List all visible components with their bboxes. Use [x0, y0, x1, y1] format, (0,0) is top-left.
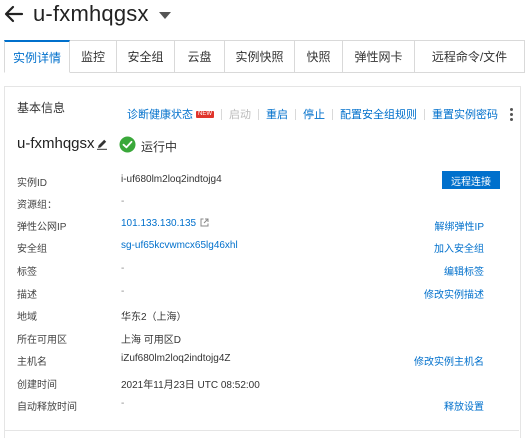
stop-link[interactable]: 停止 [303, 106, 325, 122]
join-security-group-link[interactable]: 加入安全组 [434, 240, 484, 255]
basic-info-panel: 基本信息 诊断健康状态 NEW 启动 重启 停止 配置安全组规则 重置实例密码 u… [4, 86, 521, 438]
config-sg-rules-link[interactable]: 配置安全组规则 [340, 106, 417, 122]
row-tags: 标签 - 编辑标签 [17, 260, 517, 278]
restart-link[interactable]: 重启 [266, 106, 288, 122]
edit-description-link[interactable]: 修改实例描述 [424, 286, 484, 301]
external-link-icon[interactable] [200, 218, 209, 227]
tab-monitoring[interactable]: 监控 [70, 40, 117, 73]
row-security-group: 安全组 sg-uf65kcvwmcx65lg46xhl 加入安全组 [17, 237, 517, 255]
label-zone: 所在可用区 [17, 335, 67, 346]
diagnose-label: 诊断健康状态 [127, 109, 193, 121]
edit-tags-link[interactable]: 编辑标签 [444, 263, 484, 278]
caret-down-icon[interactable] [158, 11, 172, 20]
row-region: 地域 华东2（上海） [17, 305, 517, 323]
action-bar: 诊断健康状态 NEW 启动 重启 停止 配置安全组规则 重置实例密码 [127, 106, 516, 122]
public-ip-text: 101.133.130.135 [121, 218, 197, 229]
status-check-icon [119, 136, 136, 153]
tab-instance-snapshots[interactable]: 实例快照 [225, 40, 295, 73]
value-hostname: iZuf680lm2loq2indtojg4Z [121, 353, 231, 364]
tab-eni[interactable]: 弹性网卡 [343, 40, 415, 73]
diagnose-health-link[interactable]: 诊断健康状态 NEW [127, 106, 214, 122]
divider [295, 108, 296, 120]
value-created-time: 2021年11月23日 UTC 08:52:00 [121, 380, 260, 391]
start-link[interactable]: 启动 [229, 106, 251, 122]
row-resource-group: 资源组： - [17, 193, 517, 211]
label-instance-id: 实例ID [17, 178, 47, 189]
tab-security-group[interactable]: 安全组 [117, 40, 175, 73]
label-security-group: 安全组 [17, 244, 47, 255]
value-region: 华东2（上海） [121, 312, 187, 323]
divider [258, 108, 259, 120]
row-instance-id: 实例ID i-uf680lm2loq2indtojg4 远程连接 [17, 171, 517, 189]
divider [332, 108, 333, 120]
new-badge: NEW [196, 110, 214, 118]
edit-pencil-icon[interactable] [96, 138, 108, 150]
tab-remote-commands[interactable]: 远程命令/文件 [415, 40, 525, 73]
remote-connect-button[interactable]: 远程连接 [442, 171, 500, 189]
release-settings-link[interactable]: 释放设置 [444, 398, 484, 413]
reset-password-link[interactable]: 重置实例密码 [432, 106, 498, 122]
tab-disks[interactable]: 云盘 [175, 40, 225, 73]
divider [4, 430, 519, 431]
label-hostname: 主机名 [17, 357, 47, 368]
value-instance-id: i-uf680lm2loq2indtojg4 [121, 174, 222, 185]
row-auto-release: 自动释放时间 - 释放设置 [17, 395, 517, 413]
instance-name: u-fxmhqgsx [17, 135, 95, 152]
label-created-time: 创建时间 [17, 380, 57, 391]
value-description: - [121, 286, 125, 297]
label-description: 描述 [17, 290, 37, 301]
tab-snapshots[interactable]: 快照 [295, 40, 343, 73]
row-public-ip: 弹性公网IP 101.133.130.135 解绑弹性IP [17, 215, 517, 233]
row-hostname: 主机名 iZuf680lm2loq2indtojg4Z 修改实例主机名 [17, 350, 517, 368]
section-title: 基本信息 [17, 101, 66, 115]
edit-hostname-link[interactable]: 修改实例主机名 [414, 353, 484, 368]
page-header: u-fxmhqgsx [0, 0, 525, 34]
status-text: 运行中 [141, 140, 178, 154]
label-tags: 标签 [17, 267, 37, 278]
value-security-group[interactable]: sg-uf65kcvwmcx65lg46xhl [121, 240, 238, 251]
unbind-eip-link[interactable]: 解绑弹性IP [435, 218, 484, 233]
label-resource-group: 资源组： [17, 200, 57, 211]
page-title: u-fxmhqgsx [33, 1, 149, 26]
row-created-time: 创建时间 2021年11月23日 UTC 08:52:00 [17, 373, 517, 391]
back-arrow-icon[interactable] [4, 3, 24, 25]
value-auto-release: - [121, 398, 125, 409]
row-description: 描述 - 修改实例描述 [17, 283, 517, 301]
value-resource-group: - [121, 196, 125, 207]
value-tags: - [121, 263, 125, 274]
more-options-icon[interactable] [506, 106, 516, 122]
divider [424, 108, 425, 120]
divider [221, 108, 222, 120]
label-auto-release: 自动释放时间 [17, 402, 77, 413]
tab-bar: 实例详情 监控 安全组 云盘 实例快照 快照 弹性网卡 远程命令/文件 [4, 40, 525, 73]
row-zone: 所在可用区 上海 可用区D [17, 328, 517, 346]
value-zone: 上海 可用区D [121, 335, 181, 346]
label-public-ip: 弹性公网IP [17, 222, 67, 233]
label-region: 地域 [17, 312, 37, 323]
tab-instance-details[interactable]: 实例详情 [4, 40, 70, 73]
value-public-ip[interactable]: 101.133.130.135 [121, 218, 209, 229]
